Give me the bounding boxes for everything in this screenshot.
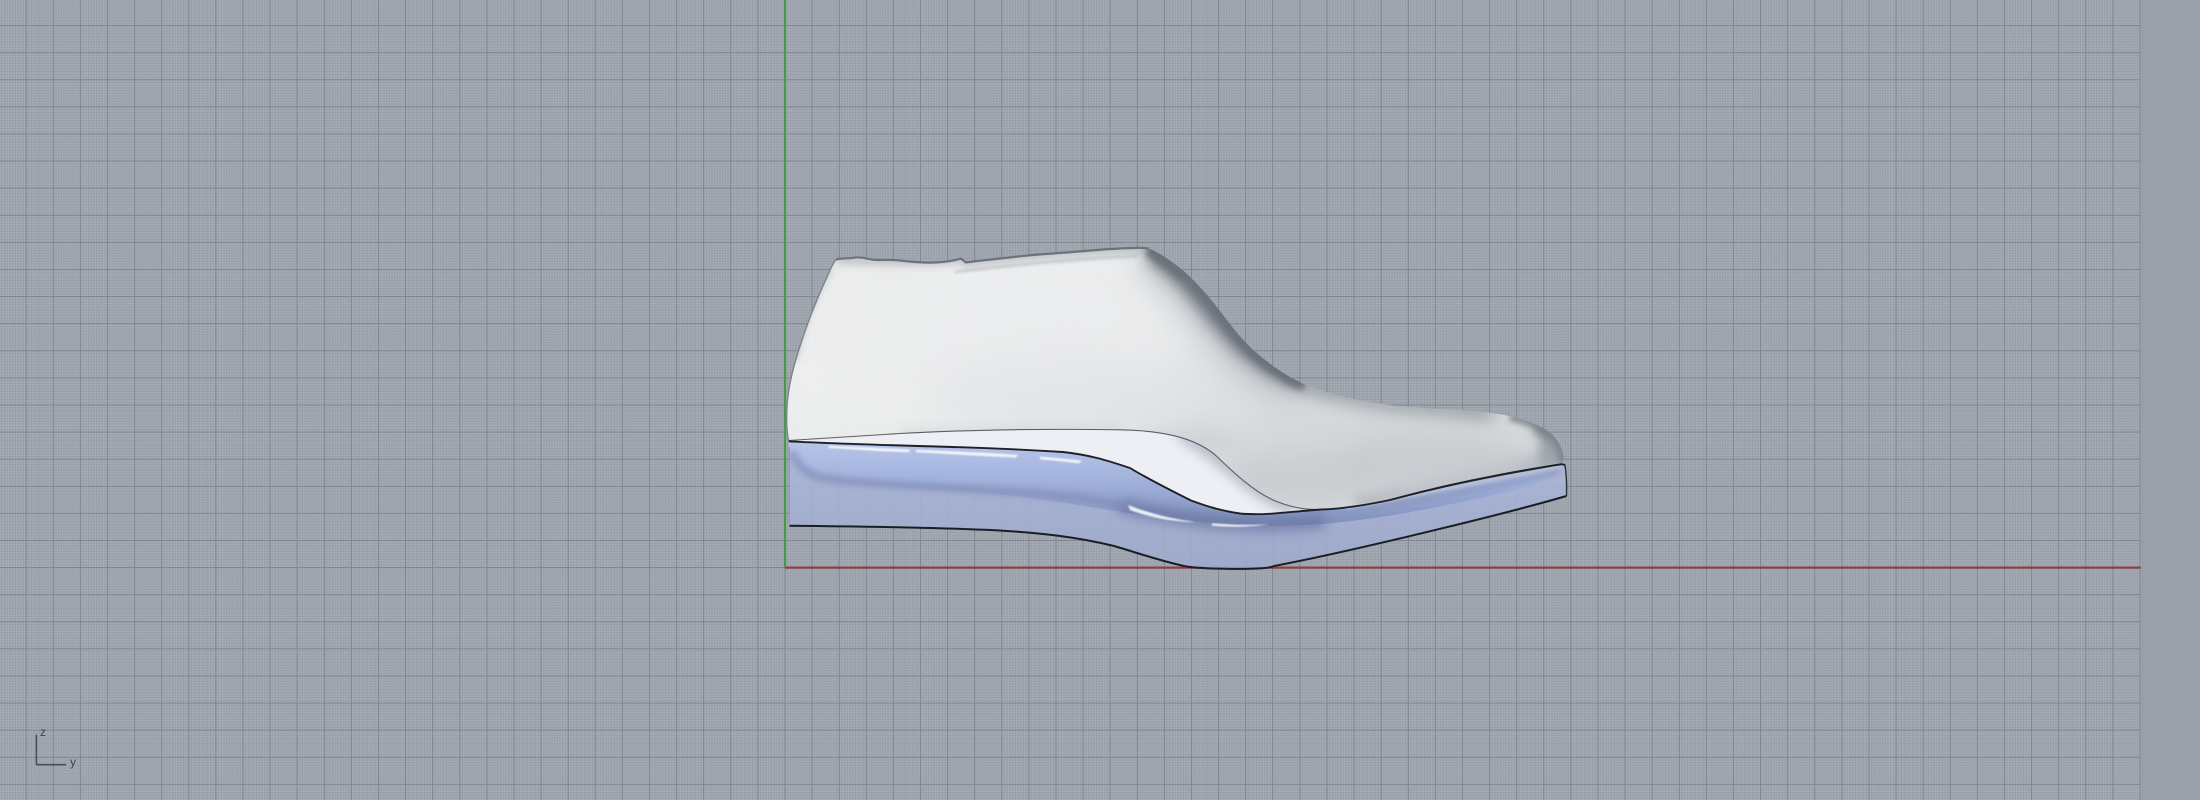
svg-text:y: y	[70, 755, 76, 769]
svg-text:z: z	[40, 725, 46, 739]
